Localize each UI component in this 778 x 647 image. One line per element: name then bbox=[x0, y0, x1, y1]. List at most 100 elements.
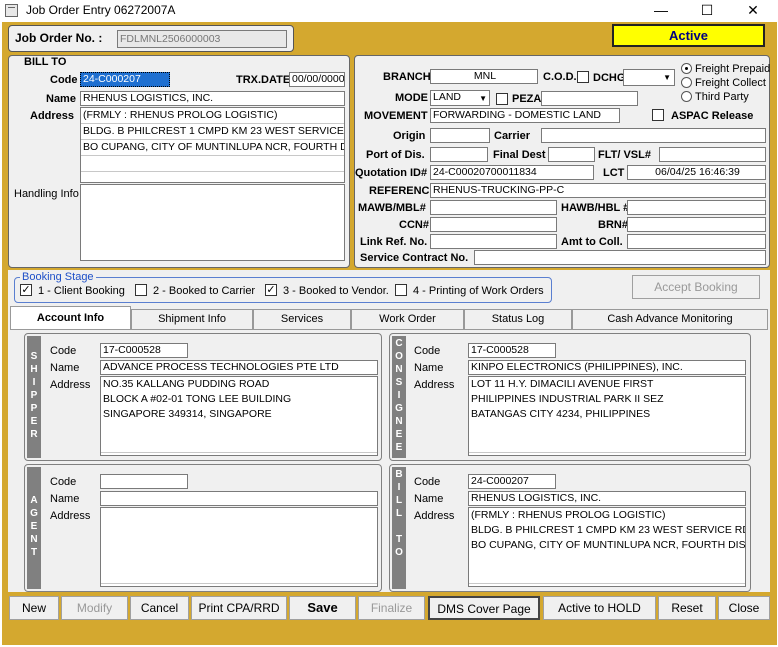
flt-vsl-field[interactable] bbox=[659, 147, 766, 162]
branch-label: BRANCH bbox=[383, 71, 431, 83]
shipper-name-field[interactable]: ADVANCE PROCESS TECHNOLOGIES PTE LTD bbox=[100, 360, 378, 375]
billto-address-line[interactable]: BLDG. B PHILCREST 1 CMPD KM 23 WEST SERV… bbox=[469, 523, 745, 539]
billto-address-line[interactable]: (FRMLY : RHENUS PROLOG LOGISTIC) bbox=[469, 508, 745, 524]
consignee-address-line[interactable] bbox=[469, 422, 745, 438]
active-to-hold-button[interactable]: Active to HOLD bbox=[543, 596, 656, 620]
agent-name-field[interactable] bbox=[100, 491, 378, 506]
consignee-address-line[interactable] bbox=[469, 437, 745, 453]
bill-to-address-line[interactable]: BLDG. B PHILCREST 1 CMPD KM 23 WEST SERV… bbox=[81, 124, 344, 140]
agent-address-line[interactable] bbox=[101, 523, 377, 539]
minimize-button[interactable]: — bbox=[638, 0, 684, 22]
shipper-code-field[interactable]: 17-C000528 bbox=[100, 343, 188, 358]
agent-address-line[interactable] bbox=[101, 538, 377, 554]
accept-booking-button[interactable]: Accept Booking bbox=[632, 275, 760, 299]
billto-name-label: Name bbox=[414, 493, 444, 505]
cancel-button[interactable]: Cancel bbox=[130, 596, 189, 620]
peza-field[interactable] bbox=[541, 91, 638, 106]
amt-coll-field[interactable] bbox=[627, 234, 766, 249]
window-title: Job Order Entry 06272007A bbox=[26, 3, 176, 17]
consignee-address-line[interactable]: PHILIPPINES INDUSTRIAL PARK II SEZ bbox=[469, 392, 745, 408]
consignee-name-field[interactable]: KINPO ELECTRONICS (PHILIPPINES), INC. bbox=[468, 360, 746, 375]
lct-label: LCT bbox=[603, 167, 625, 179]
consignee-address-line[interactable]: BATANGAS CITY 4234, PHILIPPINES bbox=[469, 407, 745, 423]
final-dest-field[interactable] bbox=[548, 147, 595, 162]
shipper-address-line[interactable]: NO.35 KALLANG PUDDING ROAD bbox=[101, 377, 377, 393]
maximize-button[interactable]: ☐ bbox=[684, 0, 730, 22]
bill-to-code-field[interactable]: 24-C000207 bbox=[80, 72, 170, 87]
agent-code-field[interactable] bbox=[100, 474, 188, 489]
brn-field[interactable] bbox=[627, 217, 766, 232]
hawb-field[interactable] bbox=[627, 200, 766, 215]
tab-cash-advance[interactable]: Cash Advance Monitoring bbox=[572, 309, 768, 329]
billto-code-field[interactable]: 24-C000207 bbox=[468, 474, 556, 489]
save-button[interactable]: Save bbox=[289, 596, 356, 620]
agent-address-label: Address bbox=[50, 510, 91, 522]
ccn-field[interactable] bbox=[430, 217, 557, 232]
shipper-address-line[interactable]: BLOCK A #02-01 TONG LEE BUILDING bbox=[101, 392, 377, 408]
tab-services[interactable]: Services bbox=[253, 309, 351, 329]
billto-address-line[interactable]: BO CUPANG, CITY OF MUNTINLUPA NCR, FOURT… bbox=[469, 538, 745, 554]
hawb-label: HAWB/HBL # bbox=[561, 202, 630, 214]
mode-select[interactable]: LAND ▼ bbox=[430, 90, 490, 106]
job-order-field[interactable]: FDLMNL2506000003 bbox=[117, 30, 287, 48]
stage-2-checkbox[interactable] bbox=[135, 284, 147, 296]
agent-address-line[interactable] bbox=[101, 553, 377, 569]
reset-button[interactable]: Reset bbox=[658, 596, 716, 620]
reference-field[interactable]: RHENUS-TRUCKING-PP-C bbox=[430, 183, 766, 198]
tab-shipment-info[interactable]: Shipment Info bbox=[131, 309, 253, 329]
finalize-button[interactable]: Finalize bbox=[358, 596, 425, 620]
handling-info-field[interactable] bbox=[80, 184, 345, 261]
dchg-select[interactable]: ▼ bbox=[623, 69, 675, 86]
bill-to-address-line[interactable]: BO CUPANG, CITY OF MUNTINLUPA NCR, FOURT… bbox=[81, 140, 344, 156]
flt-vsl-label: FLT/ VSL# bbox=[598, 149, 651, 161]
carrier-field[interactable] bbox=[541, 128, 766, 143]
tab-account-info[interactable]: Account Info bbox=[10, 306, 131, 330]
agent-address-line[interactable] bbox=[101, 568, 377, 584]
modify-button[interactable]: Modify bbox=[61, 596, 128, 620]
billto-address-line[interactable] bbox=[469, 553, 745, 569]
new-button[interactable]: New bbox=[9, 596, 59, 620]
freight-prepaid-radio[interactable] bbox=[681, 63, 692, 74]
tab-status-log[interactable]: Status Log bbox=[464, 309, 572, 329]
aspac-checkbox[interactable] bbox=[652, 109, 664, 121]
trx-date-field[interactable]: 00/00/0000 bbox=[289, 72, 345, 87]
bill-to-address-line[interactable] bbox=[81, 156, 344, 172]
shipper-address-line[interactable] bbox=[101, 422, 377, 438]
bill-to-address-line[interactable]: (FRMLY : RHENUS PROLOG LOGISTIC) bbox=[81, 108, 344, 124]
agent-address-box bbox=[100, 507, 378, 587]
origin-field[interactable] bbox=[430, 128, 490, 143]
freight-collect-radio[interactable] bbox=[681, 77, 692, 88]
consignee-code-field[interactable]: 17-C000528 bbox=[468, 343, 556, 358]
billto-address-line[interactable] bbox=[469, 568, 745, 584]
stage-4-checkbox[interactable] bbox=[395, 284, 407, 296]
shipper-address-line[interactable] bbox=[101, 437, 377, 453]
port-of-dis-field[interactable] bbox=[430, 147, 488, 162]
ccn-label: CCN# bbox=[399, 219, 429, 231]
billto-name-field[interactable]: RHENUS LOGISTICS, INC. bbox=[468, 491, 746, 506]
stage-1-checkbox[interactable]: ✓ bbox=[20, 284, 32, 296]
stage-3-checkbox[interactable]: ✓ bbox=[265, 284, 277, 296]
tab-work-order[interactable]: Work Order bbox=[351, 309, 464, 329]
branch-field[interactable]: MNL bbox=[430, 69, 538, 84]
agent-address-line[interactable] bbox=[101, 508, 377, 524]
agent-side-label: AGENT bbox=[27, 467, 41, 589]
link-ref-field[interactable] bbox=[430, 234, 557, 249]
cod-checkbox[interactable] bbox=[577, 71, 589, 83]
shipper-address-line[interactable]: SINGAPORE 349314, SINGAPORE bbox=[101, 407, 377, 423]
close-button[interactable]: Close bbox=[718, 596, 770, 620]
job-order-label: Job Order No. : bbox=[15, 31, 103, 45]
consignee-address-line[interactable]: LOT 11 H.Y. DIMACILI AVENUE FIRST bbox=[469, 377, 745, 393]
third-party-radio[interactable] bbox=[681, 91, 692, 102]
stage-4-label: 4 - Printing of Work Orders bbox=[413, 285, 544, 297]
close-window-button[interactable]: ✕ bbox=[730, 0, 776, 22]
peza-checkbox[interactable] bbox=[496, 93, 508, 105]
mawb-field[interactable] bbox=[430, 200, 557, 215]
print-cpa-button[interactable]: Print CPA/RRD bbox=[191, 596, 287, 620]
dms-cover-page-button[interactable]: DMS Cover Page bbox=[428, 596, 540, 620]
quotation-field[interactable]: 24-C00020700011834 bbox=[430, 165, 594, 180]
movement-field[interactable]: FORWARDING - DOMESTIC LAND bbox=[430, 108, 620, 123]
service-contract-field[interactable] bbox=[474, 250, 766, 265]
billto-address-label: Address bbox=[414, 510, 455, 522]
bill-to-name-field[interactable]: RHENUS LOGISTICS, INC. bbox=[80, 91, 345, 106]
lct-field[interactable]: 06/04/25 16:46:39 bbox=[627, 165, 766, 180]
